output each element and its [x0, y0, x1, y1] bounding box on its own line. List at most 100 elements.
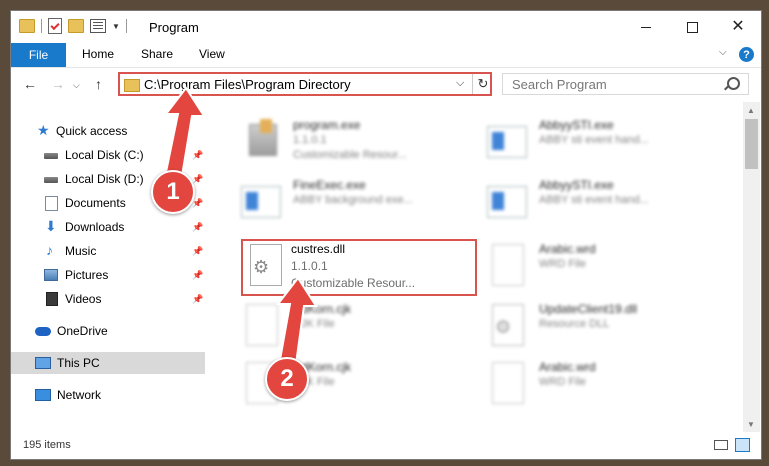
recent-locations-chevron-icon[interactable]: ⌵	[73, 80, 80, 91]
sidebar-item-music[interactable]: ♪ Music 📌	[11, 240, 205, 262]
search-input[interactable]	[503, 74, 732, 94]
file-name: BdKorn.cjk	[293, 302, 352, 316]
sidebar-item-onedrive[interactable]: OneDrive	[11, 320, 205, 342]
folder-icon	[124, 79, 140, 92]
step-1-badge: 1	[151, 170, 195, 214]
title-bar: ▼ Program ✕	[11, 11, 761, 43]
file-item[interactable]: UpdateClient19.dll Resource DLL	[487, 300, 717, 360]
pictures-icon	[44, 269, 58, 281]
tab-home[interactable]: Home	[82, 47, 114, 61]
maximize-button[interactable]	[669, 11, 715, 43]
sidebar-item-label: Quick access	[56, 124, 128, 138]
file-name: FineExec.exe	[293, 178, 366, 192]
customize-toolbar-chevron-icon[interactable]: ▼	[112, 22, 120, 31]
back-arrow-icon[interactable]: ←	[23, 76, 37, 92]
sidebar-item-label: Videos	[65, 292, 102, 306]
document-icon	[492, 244, 524, 286]
pin-icon[interactable]: 📌	[192, 294, 203, 305]
maximize-icon	[686, 21, 698, 33]
close-button[interactable]: ✕	[715, 11, 761, 43]
cloud-icon	[35, 327, 51, 336]
new-folder-icon[interactable]	[68, 19, 84, 33]
file-item[interactable]: AbbyySTI.exe ABBY sti event hand...	[487, 116, 717, 176]
computer-icon	[35, 357, 51, 369]
file-detail: Customizable Resour...	[293, 149, 407, 161]
file-detail: CJK File	[293, 318, 335, 330]
toolbar-divider	[41, 19, 42, 33]
sidebar-item-label: Music	[65, 244, 97, 258]
file-item[interactable]: program.exe 1.1.0.1 Customizable Resour.…	[241, 116, 471, 176]
properties-icon[interactable]	[48, 18, 62, 34]
search-icon[interactable]	[727, 77, 740, 90]
file-name: program.exe	[293, 118, 361, 132]
drive-icon	[44, 153, 58, 159]
pin-icon[interactable]: 📌	[192, 222, 203, 233]
refresh-icon[interactable]: ↻	[472, 74, 493, 94]
scroll-up-icon[interactable]: ▲	[747, 106, 755, 115]
view-options-icon[interactable]	[90, 19, 106, 33]
sidebar-item-label: This PC	[57, 356, 100, 370]
sidebar-item-network[interactable]: Network	[11, 384, 205, 406]
sidebar-item-local-disk-c[interactable]: Local Disk (C:) 📌	[11, 144, 205, 166]
file-item[interactable]: Arabic.wrd WRD File	[487, 358, 717, 418]
scroll-down-icon[interactable]: ▼	[747, 420, 755, 429]
sidebar-item-label: Pictures	[65, 268, 109, 282]
minimize-button[interactable]	[623, 11, 669, 43]
star-icon: ★	[37, 122, 50, 138]
document-icon	[246, 304, 278, 346]
navigation-pane: ★ Quick access Local Disk (C:) 📌 Local D…	[11, 102, 207, 432]
sidebar-item-quick-access[interactable]: ★ Quick access	[11, 120, 205, 142]
sidebar-item-label: Network	[57, 388, 102, 402]
music-icon: ♪	[46, 242, 53, 258]
close-icon: ✕	[731, 18, 745, 35]
pin-icon[interactable]: 📌	[192, 270, 203, 281]
tab-view[interactable]: View	[199, 47, 225, 61]
tab-file[interactable]: File	[11, 43, 66, 67]
search-box[interactable]	[502, 73, 749, 95]
ribbon-tabs: File Home Share View ⌵ ?	[11, 43, 761, 67]
sidebar-item-pictures[interactable]: Pictures 📌	[11, 264, 205, 286]
sidebar-item-label: OneDrive	[57, 324, 108, 338]
large-icons-view-icon[interactable]	[735, 438, 750, 452]
pin-icon[interactable]: 📌	[192, 246, 203, 257]
file-detail: 1.1.0.1	[293, 134, 327, 146]
file-name: AbbyySTI.exe	[539, 178, 614, 192]
file-item[interactable]: Arabic.wrd WRD File	[487, 240, 717, 300]
folder-icon[interactable]	[19, 19, 35, 33]
gear-file-icon	[492, 304, 524, 346]
file-item[interactable]: BdKorn.cjk CJK File	[241, 300, 471, 360]
documents-icon	[45, 196, 58, 211]
address-bar[interactable]: C:\Program Files\Program Directory ⌵ ↻	[118, 72, 492, 96]
help-icon[interactable]: ?	[739, 47, 754, 62]
address-path[interactable]: C:\Program Files\Program Directory	[144, 77, 351, 92]
file-detail: ABBY sti event hand...	[539, 134, 649, 146]
vertical-scrollbar[interactable]: ▲ ▼	[743, 102, 760, 432]
scrollbar-thumb[interactable]	[745, 119, 758, 169]
sidebar-item-this-pc[interactable]: This PC	[11, 352, 205, 374]
document-icon	[492, 362, 524, 404]
drive-icon	[44, 177, 58, 183]
sidebar-item-downloads[interactable]: ⬇ Downloads 📌	[11, 216, 205, 238]
file-name: AbbyySTI.exe	[539, 118, 614, 132]
expand-ribbon-chevron-icon[interactable]: ⌵	[719, 47, 727, 58]
file-detail: Resource DLL	[539, 318, 610, 330]
sidebar-item-videos[interactable]: Videos 📌	[11, 288, 205, 310]
file-item[interactable]: AbbyySTI.exe ABBY sti event hand...	[487, 176, 717, 236]
pin-icon[interactable]: 📌	[192, 174, 203, 185]
details-view-icon[interactable]	[714, 440, 728, 450]
app-icon	[487, 186, 527, 218]
videos-icon	[46, 292, 58, 306]
selected-file-highlight	[241, 239, 477, 296]
sidebar-item-label: Downloads	[65, 220, 125, 234]
address-history-chevron-icon[interactable]: ⌵	[456, 77, 464, 90]
file-item[interactable]: FineExec.exe ABBY background exe...	[241, 176, 471, 236]
tab-share[interactable]: Share	[141, 47, 173, 61]
sidebar-item-label: Local Disk (C:)	[65, 148, 144, 162]
pin-icon[interactable]: 📌	[192, 150, 203, 161]
quick-access-toolbar: ▼	[19, 18, 127, 34]
forward-arrow-icon[interactable]: →	[51, 76, 65, 92]
toolbar-divider	[125, 19, 127, 33]
minimize-icon	[641, 26, 651, 28]
up-arrow-icon[interactable]: ↑	[95, 76, 102, 92]
file-detail: ABBY background exe...	[293, 194, 413, 206]
